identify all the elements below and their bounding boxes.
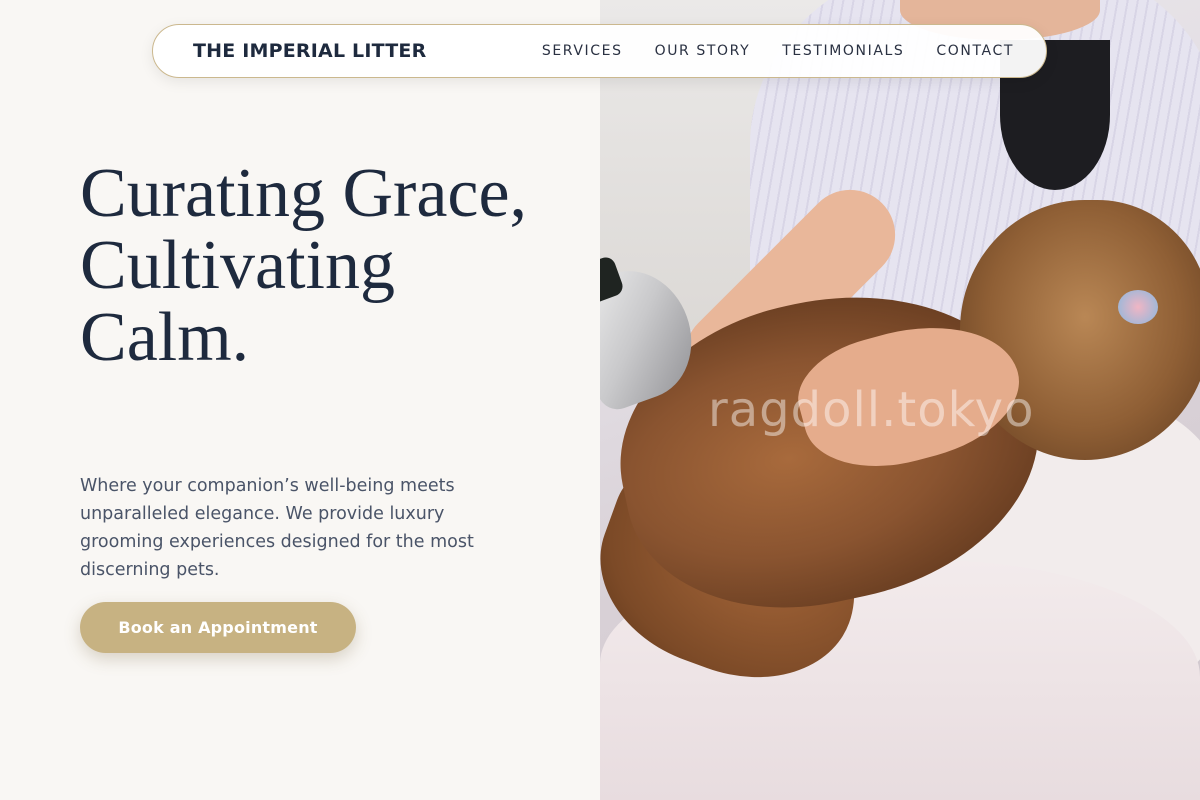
hero-image: ragdoll.tokyo	[600, 0, 1200, 800]
nav-links: SERVICES OUR STORY TESTIMONIALS CONTACT	[542, 43, 1014, 59]
hero-text-pane	[0, 0, 600, 800]
image-watermark: ragdoll.tokyo	[708, 382, 1035, 438]
book-appointment-button[interactable]: Book an Appointment	[80, 602, 356, 653]
nav-link-testimonials[interactable]: TESTIMONIALS	[782, 43, 904, 59]
hair-clip	[1118, 290, 1158, 324]
nav-link-services[interactable]: SERVICES	[542, 43, 623, 59]
top-navbar: THE IMPERIAL LITTER SERVICES OUR STORY T…	[152, 24, 1047, 78]
nav-link-contact[interactable]: CONTACT	[936, 43, 1014, 59]
hero-description: Where your companion’s well-being meets …	[80, 476, 474, 580]
brand-logo[interactable]: THE IMPERIAL LITTER	[193, 40, 426, 62]
hero-title: Curating Grace, Cultivating Calm.	[80, 155, 528, 376]
nav-link-our-story[interactable]: OUR STORY	[655, 43, 751, 59]
